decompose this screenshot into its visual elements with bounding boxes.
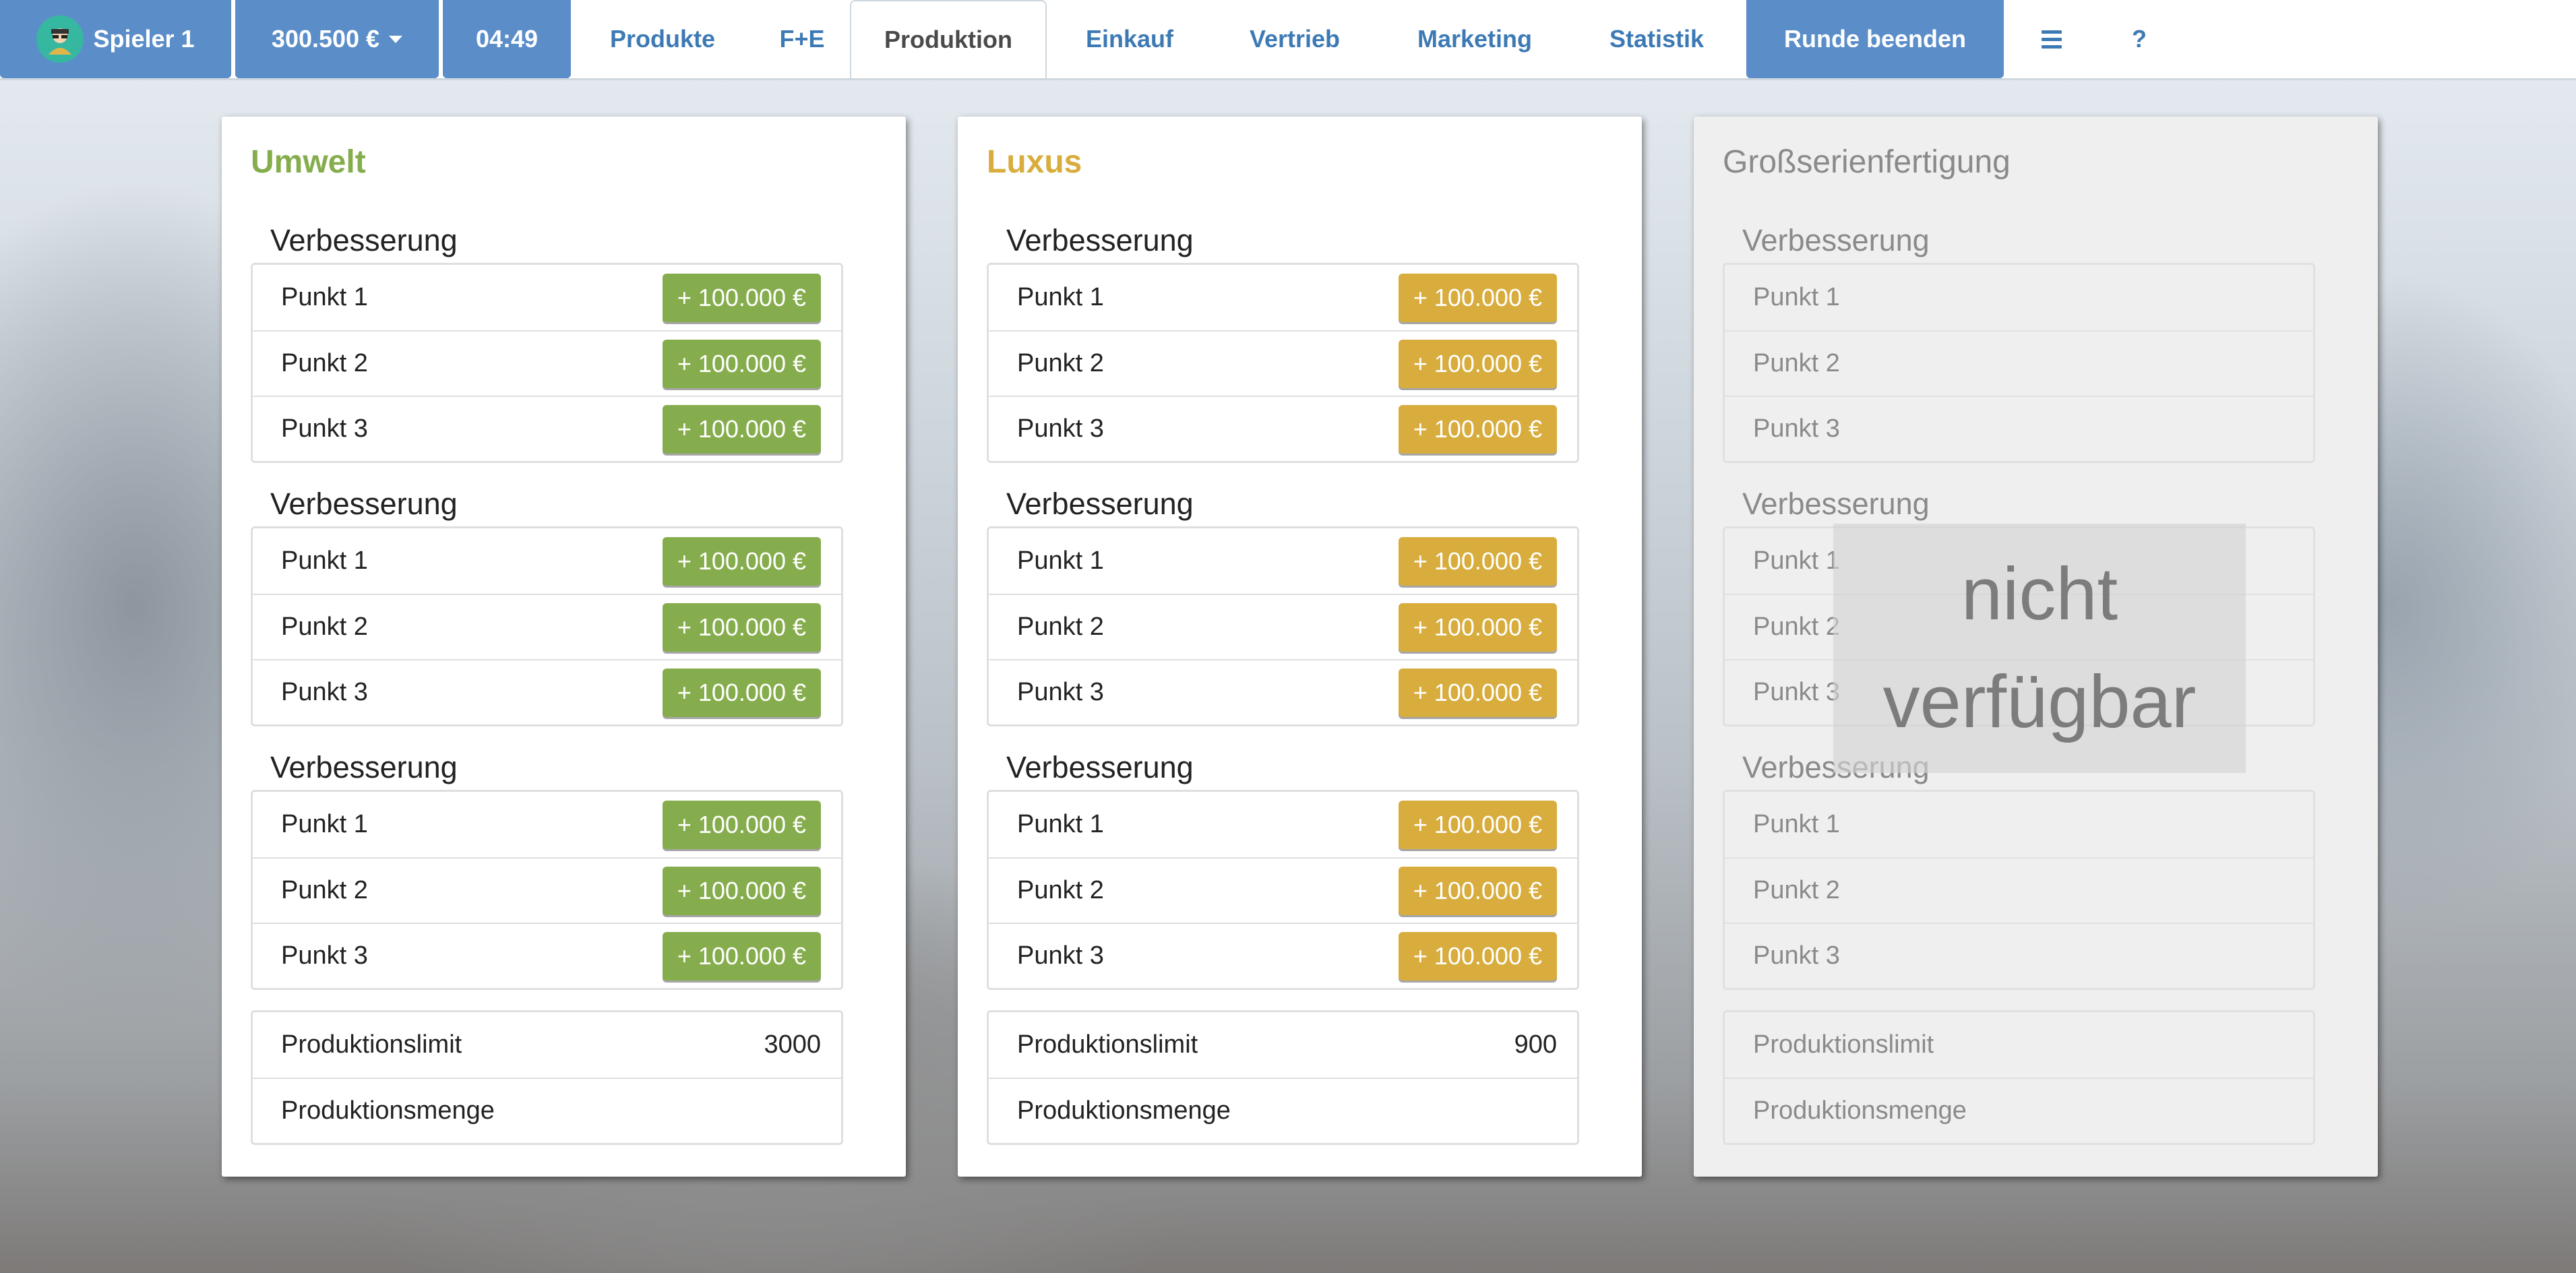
improvement-list: Punkt 1 + 100.000 € Punkt 2 + 100.000 € Pu… — [987, 263, 1579, 463]
section-title: Verbesserung — [1742, 223, 1930, 257]
buy-improvement-button[interactable]: + 100.000 € — [662, 339, 821, 388]
top-navigation: Spieler 1 300.500 € 04:49 Produkte F+E P… — [0, 0, 2576, 80]
end-round-button[interactable]: Runde beenden — [1746, 0, 2004, 78]
improvement-list: Punkt 1 + 100.000 € Punkt 2 + 100.000 € Pu… — [251, 263, 843, 463]
tab-produktion[interactable]: Produktion — [850, 0, 1047, 78]
production-limit-row: Produktionslimit — [1753, 1030, 1934, 1059]
player-button[interactable]: Spieler 1 — [0, 0, 231, 78]
list-item: Punkt 3 + 100.000 € — [253, 659, 841, 724]
tab-vertrieb[interactable]: Vertrieb — [1213, 0, 1377, 78]
tab-produkte[interactable]: Produkte — [571, 0, 754, 78]
list-item: Punkt 3 + 100.000 € — [989, 396, 1577, 461]
tab-einkauf[interactable]: Einkauf — [1047, 0, 1213, 78]
list-item: Punkt 3 + 100.000 € — [253, 396, 841, 461]
section-title: Verbesserung — [1006, 223, 1194, 257]
panel-title: Umwelt — [251, 144, 366, 180]
section-title: Verbesserung — [1742, 487, 1930, 521]
improvement-list: Punkt 1 + 100.000 € Punkt 2 + 100.000 € Pu… — [987, 526, 1579, 726]
list-item: Punkt 3 — [1725, 923, 2313, 988]
list-item: Punkt 2 + 100.000 € — [253, 857, 841, 923]
help-button[interactable]: ? — [2095, 0, 2183, 78]
tab-fe[interactable]: F+E — [754, 0, 850, 78]
production-limit-value: 900 — [1514, 1030, 1557, 1059]
tab-marketing[interactable]: Marketing — [1377, 0, 1572, 78]
list-item: Punkt 1 — [1753, 283, 1840, 311]
hamburger-menu-icon — [2042, 30, 2062, 49]
chevron-down-icon — [389, 35, 403, 43]
buy-improvement-button[interactable]: + 100.000 € — [662, 866, 821, 915]
player-avatar-icon — [36, 15, 84, 63]
list-item: Punkt 1 + 100.000 € — [989, 792, 1577, 857]
buy-improvement-button[interactable]: + 100.000 € — [1398, 339, 1557, 388]
list-item: Punkt 3 + 100.000 € — [253, 923, 841, 988]
production-limit-row: Produktionslimit 3000 — [281, 1030, 821, 1059]
buy-improvement-button[interactable]: + 100.000 € — [662, 273, 821, 322]
production-panel-luxus: Luxus Verbesserung Punkt 1 + 100.000 € Pu… — [958, 117, 1642, 1177]
production-stats: Produktionslimit 3000 Produktionsmenge — [251, 1010, 843, 1145]
timer-value: 04:49 — [475, 25, 539, 53]
improvement-list: Punkt 1 Punkt 2 Punkt 3 — [1723, 790, 2315, 990]
buy-improvement-button[interactable]: + 100.000 € — [1398, 404, 1557, 454]
list-item: Punkt 1 — [1753, 810, 1840, 838]
menu-button[interactable] — [2008, 0, 2095, 78]
section-title: Verbesserung — [1006, 750, 1194, 784]
list-item: Punkt 2 + 100.000 € — [253, 594, 841, 659]
list-item: Punkt 2 + 100.000 € — [253, 330, 841, 396]
list-item: Punkt 1 + 100.000 € — [253, 792, 841, 857]
production-stats: Produktionslimit Produktionsmenge — [1723, 1010, 2315, 1145]
production-stats: Produktionslimit 900 Produktionsmenge — [987, 1010, 1579, 1145]
list-item: Punkt 3 + 100.000 € — [989, 923, 1577, 988]
tab-statistik[interactable]: Statistik — [1572, 0, 1741, 78]
production-limit-row: Produktionslimit 900 — [1017, 1030, 1557, 1059]
buy-improvement-button[interactable]: + 100.000 € — [1398, 536, 1557, 586]
list-item: Punkt 2 — [1725, 330, 2313, 396]
list-item: Punkt 1 + 100.000 € — [989, 528, 1577, 594]
balance-value: 300.500 € — [271, 25, 380, 53]
buy-improvement-button[interactable]: + 100.000 € — [1398, 866, 1557, 915]
buy-improvement-button[interactable]: + 100.000 € — [1398, 931, 1557, 981]
buy-improvement-button[interactable]: + 100.000 € — [662, 668, 821, 717]
not-available-overlay: nicht verfügbar — [1833, 524, 2246, 773]
buy-improvement-button[interactable]: + 100.000 € — [1398, 273, 1557, 322]
list-item: Punkt 1 + 100.000 € — [989, 265, 1577, 330]
list-item: Punkt 2 + 100.000 € — [989, 857, 1577, 923]
production-quantity-row: Produktionsmenge — [989, 1078, 1577, 1143]
list-item: Punkt 3 + 100.000 € — [989, 659, 1577, 724]
production-limit-value: 3000 — [764, 1030, 821, 1059]
list-item: Punkt 1 + 100.000 € — [253, 265, 841, 330]
list-item: Punkt 2 + 100.000 € — [989, 594, 1577, 659]
buy-improvement-button[interactable]: + 100.000 € — [662, 536, 821, 586]
buy-improvement-button[interactable]: + 100.000 € — [662, 800, 821, 849]
panel-title: Großserienfertigung — [1723, 144, 2011, 180]
production-quantity-row: Produktionsmenge — [253, 1078, 841, 1143]
buy-improvement-button[interactable]: + 100.000 € — [662, 602, 821, 652]
round-timer: 04:49 — [443, 0, 571, 78]
production-quantity-row: Produktionsmenge — [1725, 1078, 2313, 1143]
list-item: Punkt 2 — [1725, 857, 2313, 923]
end-round-label: Runde beenden — [1783, 25, 1967, 53]
buy-improvement-button[interactable]: + 100.000 € — [1398, 800, 1557, 849]
buy-improvement-button[interactable]: + 100.000 € — [1398, 602, 1557, 652]
list-item: Punkt 1 + 100.000 € — [253, 528, 841, 594]
section-title: Verbesserung — [270, 750, 458, 784]
panel-title: Luxus — [987, 144, 1082, 180]
overlay-text-line2: verfügbar — [1882, 660, 2197, 743]
production-panel-umwelt: Umwelt Verbesserung Punkt 1 + 100.000 € P… — [222, 117, 906, 1177]
section-title: Verbesserung — [1006, 487, 1194, 521]
buy-improvement-button[interactable]: + 100.000 € — [662, 931, 821, 981]
improvement-list: Punkt 1 + 100.000 € Punkt 2 + 100.000 € Pu… — [987, 790, 1579, 990]
balance-dropdown[interactable]: 300.500 € — [235, 0, 439, 78]
section-title: Verbesserung — [270, 223, 458, 257]
list-item: Punkt 3 — [1725, 396, 2313, 461]
overlay-text-line1: nicht — [1961, 553, 2118, 635]
buy-improvement-button[interactable]: + 100.000 € — [1398, 668, 1557, 717]
improvement-list: Punkt 1 + 100.000 € Punkt 2 + 100.000 € Pu… — [251, 526, 843, 726]
improvement-list: Punkt 1 Punkt 2 Punkt 3 — [1723, 263, 2315, 463]
player-name: Spieler 1 — [93, 25, 195, 53]
improvement-list: Punkt 1 + 100.000 € Punkt 2 + 100.000 € Pu… — [251, 790, 843, 990]
list-item: Punkt 2 + 100.000 € — [989, 330, 1577, 396]
section-title: Verbesserung — [270, 487, 458, 521]
buy-improvement-button[interactable]: + 100.000 € — [662, 404, 821, 454]
